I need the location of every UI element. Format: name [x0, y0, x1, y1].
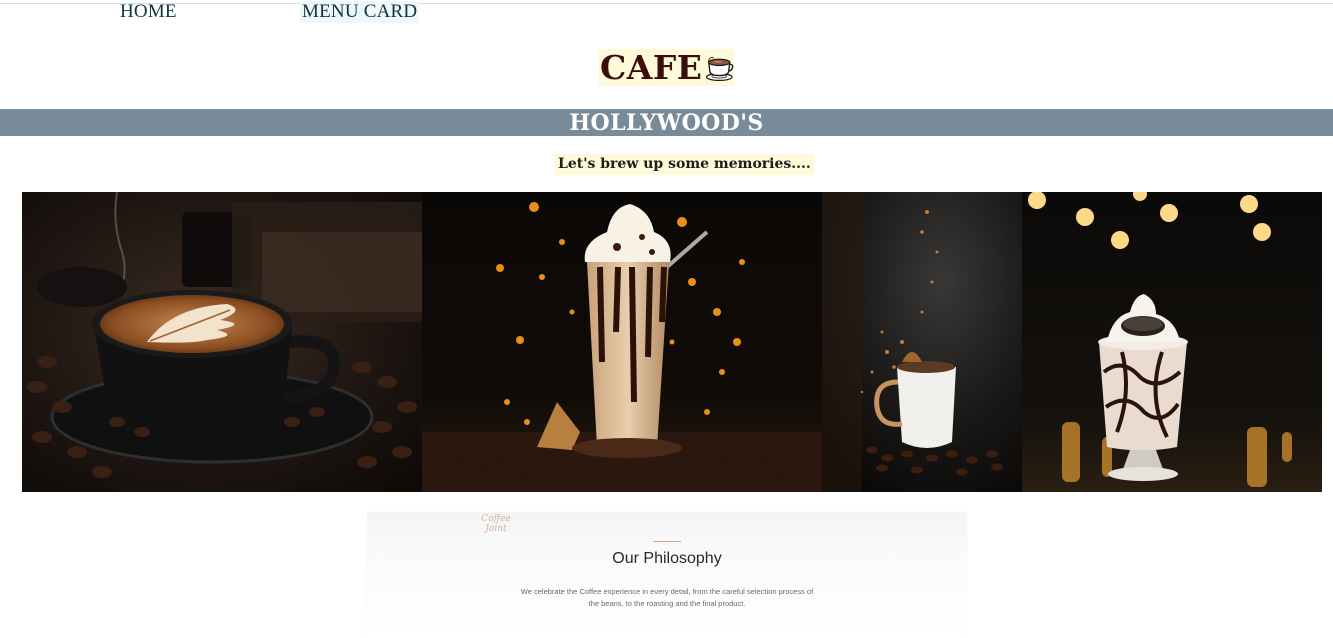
milkshake-photo [1022, 192, 1322, 492]
latte-cup-photo [22, 192, 422, 492]
cafe-logo: CAFE [599, 49, 734, 86]
nav-menu-card-link[interactable]: MENU CARD [300, 1, 420, 23]
coffee-mug-photo [822, 192, 1022, 492]
nav-home-link[interactable]: HOME [120, 1, 177, 23]
philosophy-body: We celebrate the Coffee experience in ev… [520, 587, 814, 608]
philosophy-divider [653, 541, 681, 542]
brand-banner: HOLLYWOOD'S [0, 109, 1333, 136]
tagline: Let's brew up some memories.... [555, 154, 814, 175]
philosophy-section: Coffee Joint Our Philosophy We celebrate… [367, 512, 967, 638]
photo-gallery [22, 192, 1322, 492]
frappe-photo [422, 192, 822, 492]
coffee-cup-icon [706, 56, 734, 81]
coffee-joint-logo: Coffee Joint [481, 514, 511, 534]
cafe-logo-text: CAFE [600, 48, 703, 87]
philosophy-title: Our Philosophy [612, 550, 722, 567]
top-divider [0, 3, 1333, 4]
banner-title: HOLLYWOOD'S [569, 109, 764, 136]
